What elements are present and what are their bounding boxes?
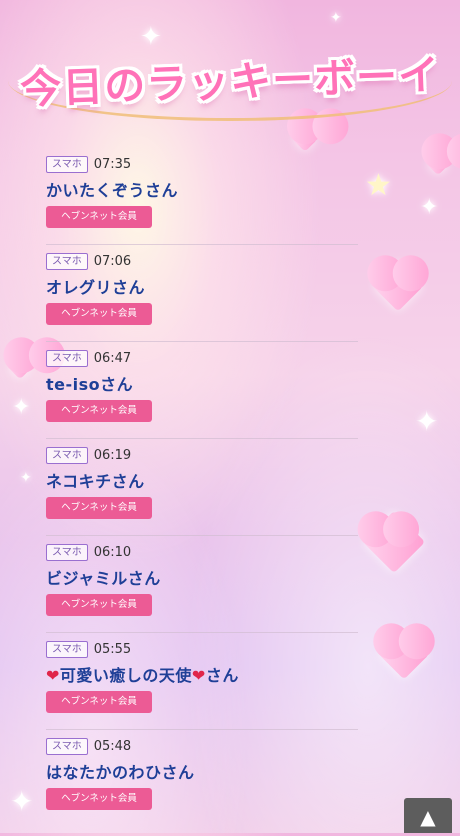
list-item: スマホ 06:19 ネコキチさん ヘブンネット会員 <box>46 439 358 536</box>
list-item: スマホ 07:06 オレグリさん ヘブンネット会員 <box>46 245 358 342</box>
visit-time: 05:55 <box>93 641 132 657</box>
sparkle-icon: ✦ <box>330 10 342 26</box>
heart-emoji-icon: ❤ <box>46 666 60 685</box>
visitor-name: かいたくぞうさん <box>46 181 179 200</box>
visitor-name: ビジャミルさん <box>46 569 161 588</box>
visitor-name: オレグリさん <box>46 278 146 297</box>
sparkle-icon: ✦ <box>12 395 31 420</box>
heart-icon <box>426 152 450 176</box>
visitor-name: te-isoさん <box>46 375 134 394</box>
visitor-name: はなたかのわひさん <box>46 763 195 782</box>
member-badge: ヘブンネット会員 <box>46 691 152 713</box>
list-item: スマホ 05:55 ❤可愛い癒しの天使❤さん ヘブンネット会員 <box>46 633 358 730</box>
member-badge: ヘブンネット会員 <box>46 206 152 228</box>
sparkle-icon: ✦ <box>10 785 34 818</box>
member-badge: ヘブンネット会員 <box>46 303 152 325</box>
device-badge: スマホ <box>46 349 88 367</box>
member-badge: ヘブンネット会員 <box>46 497 152 519</box>
list-item: スマホ 06:47 te-isoさん ヘブンネット会員 <box>46 342 358 439</box>
visitor-name-suffix: さん <box>205 666 239 685</box>
heart-icon <box>362 510 426 574</box>
heart-icon <box>372 260 424 312</box>
sparkle-icon: ✦ <box>415 405 439 438</box>
device-badge: スマホ <box>46 252 88 270</box>
lucky-boy-list: スマホ 07:35 かいたくぞうさん ヘブンネット会員 スマホ 07:06 オレ… <box>46 148 358 827</box>
page-title: 今日のラッキーボーイ <box>19 50 441 114</box>
member-badge: ヘブンネット会員 <box>46 788 152 810</box>
device-badge: スマホ <box>46 737 88 755</box>
heart-icon <box>8 356 32 380</box>
list-item: スマホ 07:35 かいたくぞうさん ヘブンネット会員 <box>46 148 358 245</box>
visit-time: 07:06 <box>93 253 132 269</box>
list-item: スマホ 06:10 ビジャミルさん ヘブンネット会員 <box>46 536 358 633</box>
sparkle-icon: ✦ <box>20 470 32 486</box>
visit-time: 06:19 <box>93 447 132 463</box>
visit-time: 07:35 <box>93 156 132 172</box>
visitor-name: ネコキチさん <box>46 472 145 491</box>
visitor-name-text: 可愛い癒しの天使 <box>59 666 192 685</box>
heart-icon <box>378 628 430 680</box>
sparkle-icon: ★ <box>365 168 392 203</box>
device-badge: スマホ <box>46 640 88 658</box>
device-badge: スマホ <box>46 543 88 561</box>
member-badge: ヘブンネット会員 <box>46 594 152 616</box>
device-badge: スマホ <box>46 446 88 464</box>
visit-time: 06:10 <box>93 544 132 560</box>
title-banner: 今日のラッキーボーイ <box>0 48 460 114</box>
arrow-up-icon: ▲ <box>420 805 436 829</box>
heart-emoji-icon: ❤ <box>191 666 206 685</box>
visit-time: 05:48 <box>93 738 132 754</box>
device-badge: スマホ <box>46 155 88 173</box>
visitor-name: ❤可愛い癒しの天使❤さん <box>46 665 358 687</box>
visit-time: 06:47 <box>93 350 132 366</box>
sparkle-icon: ✦ <box>420 195 439 220</box>
back-to-top-button[interactable]: ▲ <box>404 798 452 833</box>
member-badge: ヘブンネット会員 <box>46 400 152 422</box>
list-item: スマホ 05:48 はなたかのわひさん ヘブンネット会員 <box>46 730 358 827</box>
